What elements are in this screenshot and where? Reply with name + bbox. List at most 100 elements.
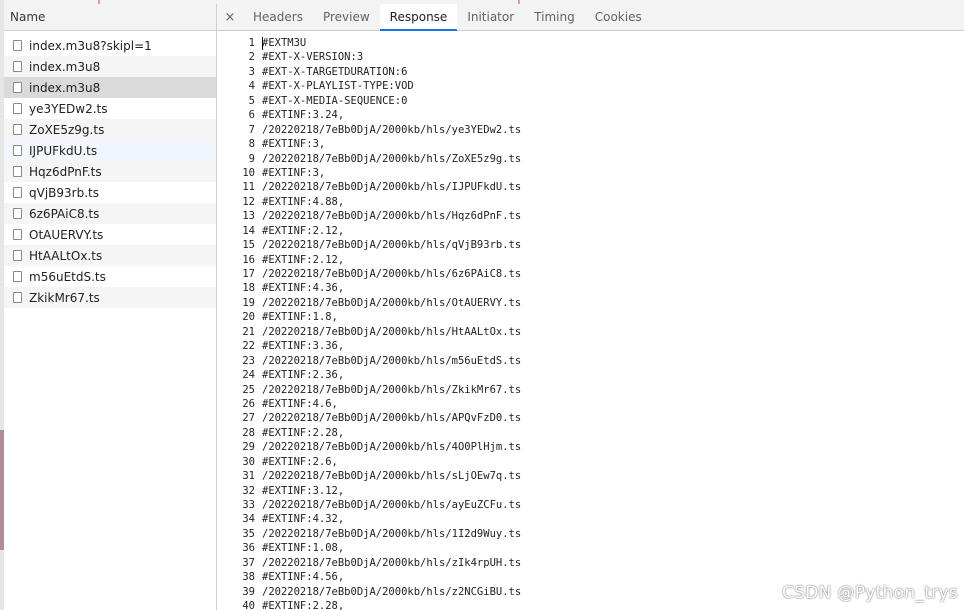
line-number: 37	[242, 556, 255, 569]
line-text: #EXTINF:4.32,	[262, 513, 345, 526]
line-text: /20220218/7eBb0DjA/2000kb/hls/6z6PAiC8.t…	[262, 268, 522, 280]
line-text: #EXTINF:3,	[262, 166, 326, 179]
line-number: 28	[242, 426, 255, 439]
devtools-network-window: Name index.m3u8?skipl=1 index.m3u8 index.m…	[0, 0, 964, 610]
line-number: 34	[242, 513, 255, 526]
code-line: 31/20220218/7eBb0DjA/2000kb/hls/sLjOEw7q…	[217, 469, 964, 483]
request-row[interactable]: 6z6PAiC8.ts	[4, 203, 216, 224]
tab-preview[interactable]: Preview	[313, 4, 380, 30]
line-number: 18	[242, 282, 255, 295]
line-number: 35	[242, 527, 255, 540]
line-text: #EXTINF:1.08,	[262, 542, 345, 555]
tab-initiator[interactable]: Initiator	[457, 4, 524, 30]
request-list: index.m3u8?skipl=1 index.m3u8 index.m3u8 ye…	[4, 31, 216, 308]
request-row[interactable]: index.m3u8?skipl=1	[4, 35, 216, 56]
line-text: /20220218/7eBb0DjA/2000kb/hls/sLjOEw7q.t…	[262, 470, 522, 483]
line-number: 2	[248, 51, 255, 64]
code-line: 26 #EXTINF:4.6,	[217, 397, 964, 411]
request-name: m56uEtdS.ts	[29, 269, 106, 284]
line-number: 25	[242, 383, 255, 396]
code-line: 29/20220218/7eBb0DjA/2000kb/hls/4O0PlHjm…	[217, 440, 964, 454]
request-row[interactable]: qVjB93rb.ts	[4, 182, 216, 203]
request-row[interactable]: index.m3u8	[4, 77, 216, 98]
line-number: 1	[248, 37, 255, 49]
request-row[interactable]: m56uEtdS.ts	[4, 266, 216, 287]
request-name: 6z6PAiC8.ts	[29, 206, 100, 221]
line-text: #EXTINF:2.12,	[262, 224, 345, 237]
file-icon	[13, 208, 22, 219]
code-line: 34 #EXTINF:4.32,	[217, 512, 964, 526]
line-number: 14	[242, 224, 255, 237]
file-icon	[13, 292, 22, 303]
line-text: /20220218/7eBb0DjA/2000kb/hls/zIk4rpUH.t…	[262, 556, 522, 569]
tab-response[interactable]: Response	[379, 4, 458, 31]
line-number: 19	[242, 296, 255, 309]
close-icon[interactable]: ×	[217, 4, 243, 30]
line-number: 17	[242, 268, 255, 280]
line-number: 29	[242, 441, 255, 454]
line-text: #EXTINF:1.8,	[262, 311, 338, 324]
line-number: 20	[242, 311, 255, 324]
detail-tab-bar: × Headers Preview Response Initiator Timing C…	[217, 4, 964, 31]
line-text: /20220218/7eBb0DjA/2000kb/hls/APQvFzD0.t…	[262, 412, 522, 425]
line-text: #EXTINF:3,	[262, 138, 326, 151]
line-number: 23	[242, 354, 255, 367]
file-icon	[13, 61, 22, 72]
code-line: 5 #EXT-X-MEDIA-SEQUENCE:0	[217, 94, 964, 108]
request-row[interactable]: IJPUFkdU.ts	[4, 140, 216, 161]
response-code-view[interactable]: 1 #EXTM3U 2 #EXT-X-VERSION:3 3 #EXT-X-TARGETD…	[217, 31, 964, 610]
request-name: HtAALtOx.ts	[29, 248, 103, 263]
request-list-panel: Name index.m3u8?skipl=1 index.m3u8 index.m…	[4, 4, 217, 610]
line-number: 12	[242, 195, 255, 208]
line-text: /20220218/7eBb0DjA/2000kb/hls/ZoXE5z9g.t…	[262, 152, 522, 165]
code-line: 13/20220218/7eBb0DjA/2000kb/hls/Hqz6dPnF…	[217, 209, 964, 223]
code-line: 33/20220218/7eBb0DjA/2000kb/hls/ayEuZCFu…	[217, 498, 964, 512]
code-line: 23/20220218/7eBb0DjA/2000kb/hls/m56uEtdS…	[217, 354, 964, 368]
tab-headers[interactable]: Headers	[243, 4, 313, 30]
request-name: index.m3u8	[29, 80, 101, 95]
line-number: 8	[248, 138, 255, 151]
line-number: 21	[242, 325, 255, 338]
code-line: 15/20220218/7eBb0DjA/2000kb/hls/qVjB93rb…	[217, 238, 964, 252]
code-line: 27/20220218/7eBb0DjA/2000kb/hls/APQvFzD0…	[217, 411, 964, 425]
tab-timing[interactable]: Timing	[524, 4, 585, 30]
line-number: 7	[248, 123, 255, 136]
request-row[interactable]: ye3YEDw2.ts	[4, 98, 216, 119]
request-detail-panel: × Headers Preview Response Initiator Timing C…	[217, 4, 964, 610]
line-text: /20220218/7eBb0DjA/2000kb/hls/ayEuZCFu.t…	[262, 499, 522, 511]
tab-list: Headers Preview Response Initiator Timing Coo…	[243, 4, 652, 31]
code-line: 37/20220218/7eBb0DjA/2000kb/hls/zIk4rpUH…	[217, 556, 964, 570]
request-row[interactable]: ZoXE5z9g.ts	[4, 119, 216, 140]
code-line: 19/20220218/7eBb0DjA/2000kb/hls/OtAUERVY…	[217, 296, 964, 310]
line-text: #EXTINF:4.6,	[262, 397, 338, 410]
code-line: 28 #EXTINF:2.28,	[217, 426, 964, 440]
request-row[interactable]: Hqz6dPnF.ts	[4, 161, 216, 182]
line-number: 26	[242, 397, 255, 410]
code-line: 17/20220218/7eBb0DjA/2000kb/hls/6z6PAiC8…	[217, 267, 964, 281]
request-name: index.m3u8	[29, 59, 101, 74]
request-row[interactable]: OtAUERVY.ts	[4, 224, 216, 245]
code-line: 9/20220218/7eBb0DjA/2000kb/hls/ZoXE5z9g.…	[217, 152, 964, 166]
file-icon	[13, 187, 22, 198]
code-line: 2 #EXT-X-VERSION:3	[217, 50, 964, 64]
code-line: 35/20220218/7eBb0DjA/2000kb/hls/1I2d9Wuy…	[217, 527, 964, 541]
code-line: 32 #EXTINF:3.12,	[217, 484, 964, 498]
request-name: ZoXE5z9g.ts	[29, 122, 105, 137]
line-text: #EXT-X-MEDIA-SEQUENCE:0	[262, 94, 408, 107]
line-text: /20220218/7eBb0DjA/2000kb/hls/m56uEtdS.t…	[262, 354, 522, 367]
tab-cookies[interactable]: Cookies	[585, 4, 652, 30]
name-column-header[interactable]: Name	[4, 4, 216, 31]
code-line: 12 #EXTINF:4.88,	[217, 195, 964, 209]
line-number: 16	[242, 253, 255, 266]
code-line: 3 #EXT-X-TARGETDURATION:6	[217, 65, 964, 79]
request-row[interactable]: index.m3u8	[4, 56, 216, 77]
request-row[interactable]: HtAALtOx.ts	[4, 245, 216, 266]
line-text: #EXTINF:4.88,	[262, 195, 345, 208]
request-row[interactable]: ZkikMr67.ts	[4, 287, 216, 308]
line-number: 38	[242, 571, 255, 584]
line-number: 33	[242, 499, 255, 511]
code-line: 8 #EXTINF:3,	[217, 137, 964, 151]
code-line: 22 #EXTINF:3.36,	[217, 339, 964, 353]
line-number: 30	[242, 455, 255, 468]
line-number: 6	[248, 109, 255, 122]
